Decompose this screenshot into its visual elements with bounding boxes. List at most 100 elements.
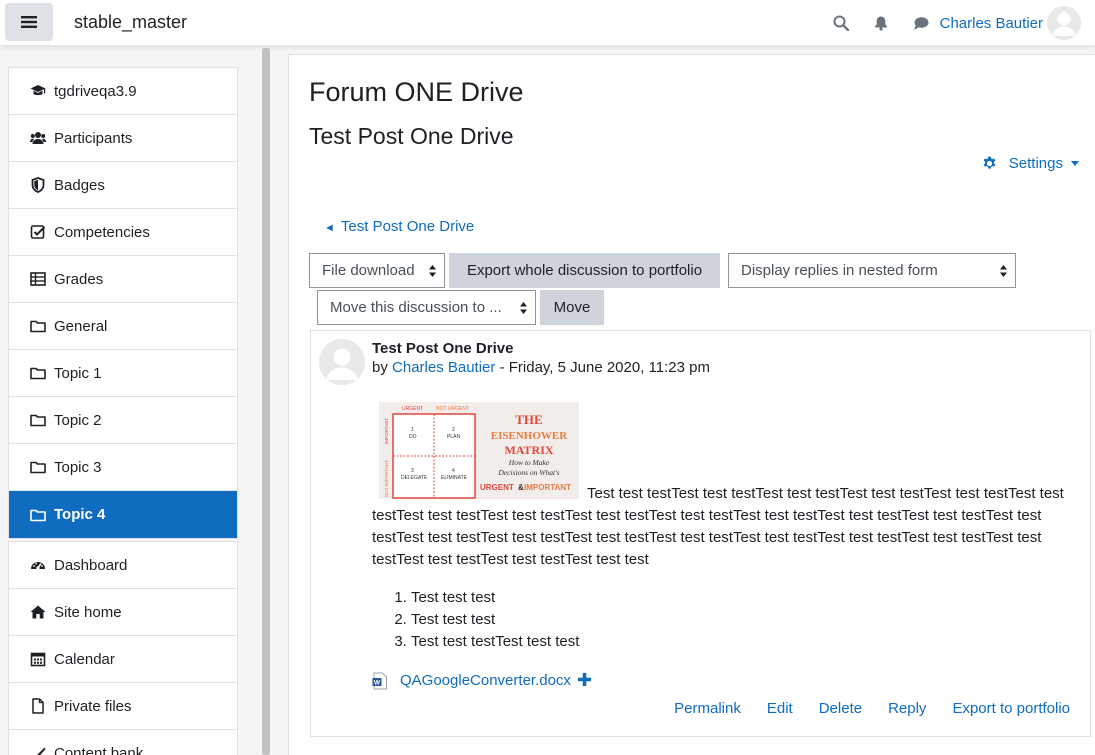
search-icon[interactable]: [832, 14, 850, 32]
img-sub1: How to Make: [508, 458, 550, 467]
folder-icon: [29, 364, 47, 382]
shield-icon: [29, 176, 47, 194]
img-q3: DELEGATE: [401, 475, 428, 481]
nav-item-label: Badges: [54, 176, 105, 194]
nav-item-general[interactable]: General: [9, 303, 237, 350]
bell-icon[interactable]: [872, 14, 890, 32]
file-download-value: File download: [322, 262, 415, 279]
site-nav-list: Dashboard Site home Calendar Private fil…: [8, 541, 238, 755]
nav-item-label: Site home: [54, 603, 122, 621]
file-download-select[interactable]: File download: [309, 253, 445, 288]
nav-item-label: Topic 1: [54, 364, 102, 382]
gear-icon: [983, 156, 996, 169]
nav-item-competencies[interactable]: Competencies: [9, 209, 237, 256]
drawer-toggle-button[interactable]: [5, 3, 53, 41]
nav-item-topic-2[interactable]: Topic 2: [9, 397, 237, 444]
nav-item-site-home[interactable]: Site home: [9, 589, 237, 636]
nav-item-topic-3[interactable]: Topic 3: [9, 444, 237, 491]
nav-item-label: Topic 3: [54, 458, 102, 476]
nav-item-label: Topic 2: [54, 411, 102, 429]
delete-link[interactable]: Delete: [819, 700, 862, 717]
img-eisenhower: EISENHOWER: [491, 430, 568, 442]
nav-item-label: Grades: [54, 270, 104, 288]
post-paragraph: Test test testTest test testTest test te…: [372, 485, 1064, 568]
back-arrow-icon: ◄: [324, 222, 335, 234]
course-nav-list: tgdriveqa3.9 Participants Badges Compete…: [8, 67, 238, 539]
post-byline: by Charles Bautier - Friday, 5 June 2020…: [372, 359, 710, 376]
permalink-link[interactable]: Permalink: [674, 700, 741, 717]
img-n3: 3: [411, 468, 414, 474]
display-mode-value: Display replies in nested form: [741, 262, 938, 279]
select-arrows-icon: [429, 265, 436, 277]
move-discussion-select[interactable]: Move this discussion to ...: [317, 290, 536, 325]
site-name[interactable]: stable_master: [74, 12, 187, 33]
forum-post: Test Post One Drive by Charles Bautier -…: [310, 330, 1091, 737]
img-q2: PLAN: [447, 434, 460, 440]
nav-item-calendar[interactable]: Calendar: [9, 636, 237, 683]
select-arrows-icon: [520, 302, 527, 314]
drawer-scrollbar[interactable]: [262, 48, 270, 755]
img-not-urgent: NOT URGENT: [436, 406, 469, 412]
attachment-row: W QAGoogleConverter.docx ✚: [372, 670, 592, 691]
list-item: Test test test: [411, 609, 579, 631]
scrollbar-thumb[interactable]: [262, 48, 270, 755]
post-body: Test test testTest test testTest test te…: [372, 483, 1084, 571]
img-sub2: Decisions on What's: [497, 468, 559, 477]
nav-item-topic-4[interactable]: Topic 4: [9, 491, 237, 538]
export-discussion-button[interactable]: Export whole discussion to portfolio: [449, 253, 720, 288]
user-avatar[interactable]: [1047, 6, 1081, 40]
back-to-discussion-link[interactable]: ◄ Test Post One Drive: [324, 218, 474, 235]
attachment-link[interactable]: QAGoogleConverter.docx: [400, 672, 571, 689]
nav-item-label: Dashboard: [54, 556, 128, 574]
img-important: IMPORTANT: [384, 418, 389, 444]
back-link-label: Test Post One Drive: [340, 218, 475, 235]
top-navbar: stable_master Charles Bautier: [0, 0, 1095, 46]
nav-item-badges[interactable]: Badges: [9, 162, 237, 209]
user-menu-name[interactable]: Charles Bautier: [940, 15, 1043, 32]
chevron-down-icon: [1071, 161, 1079, 166]
list-item: Test test test: [411, 587, 579, 609]
nav-item-label: General: [54, 317, 108, 335]
nav-item-topic-1[interactable]: Topic 1: [9, 350, 237, 397]
post-actions: Permalink Edit Delete Reply Export to po…: [648, 700, 1070, 717]
post-numbered-list: Test test test Test test test Test test …: [393, 587, 579, 653]
nav-item-label: Content bank: [54, 745, 144, 755]
folder-icon: [29, 458, 47, 476]
nav-item-label: Participants: [54, 129, 133, 147]
post-author-link[interactable]: Charles Bautier: [392, 359, 495, 376]
display-mode-select[interactable]: Display replies in nested form: [728, 253, 1016, 288]
home-icon: [29, 603, 47, 621]
export-to-portfolio-link[interactable]: Export to portfolio: [952, 700, 1070, 717]
discussion-title: Test Post One Drive: [309, 123, 514, 149]
folder-icon: [29, 506, 47, 524]
nav-item-dashboard[interactable]: Dashboard: [9, 542, 237, 589]
nav-item-participants[interactable]: Participants: [9, 115, 237, 162]
nav-item-label: Calendar: [54, 650, 115, 668]
nav-item-content-bank[interactable]: Content bank: [9, 730, 237, 755]
nav-item-private-files[interactable]: Private files: [9, 683, 237, 730]
img-n4: 4: [452, 468, 455, 474]
nav-item-course-home[interactable]: tgdriveqa3.9: [9, 68, 237, 115]
folder-icon: [29, 411, 47, 429]
img-matrix: MATRIX: [504, 443, 553, 457]
add-to-portfolio-icon[interactable]: ✚: [577, 670, 592, 691]
brush-icon: [29, 745, 47, 755]
page-title: Forum ONE Drive: [309, 77, 524, 107]
main-region: Forum ONE Drive Test Post One Drive Sett…: [288, 54, 1095, 755]
settings-menu[interactable]: Settings: [982, 155, 1079, 172]
reply-link[interactable]: Reply: [888, 700, 926, 717]
hamburger-icon: [21, 16, 37, 28]
chat-bubble-icon[interactable]: [912, 14, 930, 32]
author-avatar[interactable]: [319, 339, 365, 385]
nav-drawer: tgdriveqa3.9 Participants Badges Compete…: [0, 46, 260, 755]
default-avatar-icon: [319, 339, 365, 385]
img-q4: ELIMINATE: [441, 475, 468, 481]
list-item: Test test testTest test test: [411, 631, 579, 653]
nav-item-grades[interactable]: Grades: [9, 256, 237, 303]
svg-text:W: W: [374, 679, 381, 686]
edit-link[interactable]: Edit: [767, 700, 793, 717]
move-button[interactable]: Move: [540, 290, 604, 325]
checkbox-icon: [29, 223, 47, 241]
folder-icon: [29, 317, 47, 335]
graduation-cap-icon: [29, 82, 47, 100]
